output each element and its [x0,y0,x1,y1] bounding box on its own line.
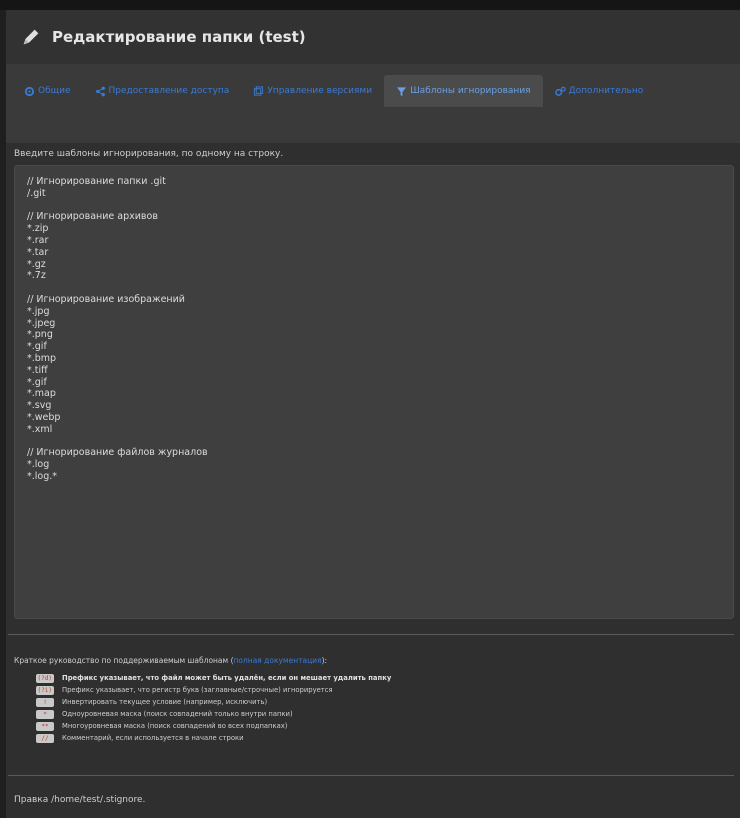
pattern-description: Многоуровневая маска (поиск совпадений в… [62,722,288,730]
editor-line: *.tiff [27,364,48,376]
editor-line: *.tar [27,246,49,258]
full-docs-link[interactable]: полная документация [234,656,322,665]
pattern-description: Одноуровневая маска (поиск совпадений то… [62,710,293,718]
editor-line: *.png [27,329,53,341]
editor-line: *.bmp [27,352,57,364]
pattern-description: Инвертировать текущее условие (например,… [62,698,268,706]
ignore-patterns-hint: Введите шаблоны игнорирования, по одному… [14,149,284,159]
editor-line: *.gz [27,258,46,270]
pattern-guide-list: (?d) Префикс указывает, что файл может бы… [22,672,391,744]
dialog-header: Редактирование папки (test) [6,10,740,65]
editor-line: *.map [27,388,56,400]
dialog-title: Редактирование папки (test) [52,28,306,46]
tab-general-label: Общие [38,86,71,96]
tabs-bar: Общие Предоставление доступа Управление … [6,65,740,143]
editor-line: *.zip [27,223,49,235]
editor-line: *.jpeg [27,317,56,329]
guide-title: Краткое руководство по поддерживаемым ша… [14,656,328,665]
editor-line: *.xml [27,423,53,435]
guide-badge-wrap: ! [22,697,62,707]
editor-line: *.webp [27,411,61,423]
editor-line: *.gif [27,376,47,388]
pattern-badge: (?i) [35,685,54,695]
editor-line: // Игнорирование архивов [27,211,158,223]
editor-line: *.7z [27,270,46,282]
guide-badge-wrap: (?d) [22,673,62,683]
pattern-badge: * [36,709,54,719]
pattern-badge: ** [36,721,54,731]
tab-sharing[interactable]: Предоставление доступа [83,75,242,107]
editor-line: // Игнорирование изображений [27,293,185,305]
guide-row: ! Инвертировать текущее условие (например… [22,696,391,708]
tab-general[interactable]: Общие [12,75,83,107]
tab-advanced[interactable]: Дополнительно [543,75,656,107]
guide-row: (?d) Префикс указывает, что файл может бы… [22,672,391,684]
pattern-badge: // [36,733,54,743]
editor-line: // Игнорирование файлов журналов [27,447,208,459]
editor-line: *.log [27,459,50,471]
editor-line: /.git [27,187,46,199]
window-top-strip [0,0,740,10]
versions-icon [254,85,264,96]
editor-line: // Игнорирование папки .git [27,176,166,187]
guide-badge-wrap: (?i) [22,685,62,695]
guide-row: ** Многоуровневая маска (поиск совпадений… [22,720,391,732]
editor-line: *.svg [27,400,52,412]
guide-row: (?i) Префикс указывает, что регистр букв … [22,684,391,696]
pattern-description: Комментарий, если используется в начале … [62,734,244,742]
editor-line: *.jpg [27,305,50,317]
pattern-description: Префикс указывает, что файл может быть у… [62,674,392,682]
pencil-icon [23,29,39,45]
guide-badge-wrap: ** [22,721,62,731]
pattern-description: Префикс указывает, что регистр букв (заг… [62,686,333,694]
editor-line: *.log.* [27,470,58,482]
guide-badge-wrap: * [22,709,62,719]
guide-badge-wrap: // [22,733,62,743]
tab-sharing-label: Предоставление доступа [108,86,230,96]
editor-line: *.gif [27,341,47,353]
filter-icon [396,86,407,96]
ignore-patterns-textarea[interactable]: // Игнорирование папки .git/.git // Игно… [14,165,734,619]
tab-advanced-label: Дополнительно [568,86,644,96]
gears-icon [554,86,566,96]
share-icon [95,86,105,96]
pattern-badge: (?d) [35,673,54,683]
tab-versioning-label: Управление версиями [267,86,373,96]
tab-ignore-patterns[interactable]: Шаблоны игнорирования [384,75,543,107]
file-path-footer: Правка /home/test/.stignore. [14,795,146,805]
gear-icon [24,86,35,96]
tab-ignore-patterns-label: Шаблоны игнорирования [410,86,531,96]
divider-top [8,634,734,635]
guide-row: * Одноуровневая маска (поиск совпадений т… [22,708,391,720]
guide-row: // Комментарий, если используется в начал… [22,732,391,744]
editor-line: *.rar [27,234,49,246]
tab-versioning[interactable]: Управление версиями [241,75,384,107]
divider-bottom [8,775,734,776]
pattern-badge: ! [36,697,54,707]
